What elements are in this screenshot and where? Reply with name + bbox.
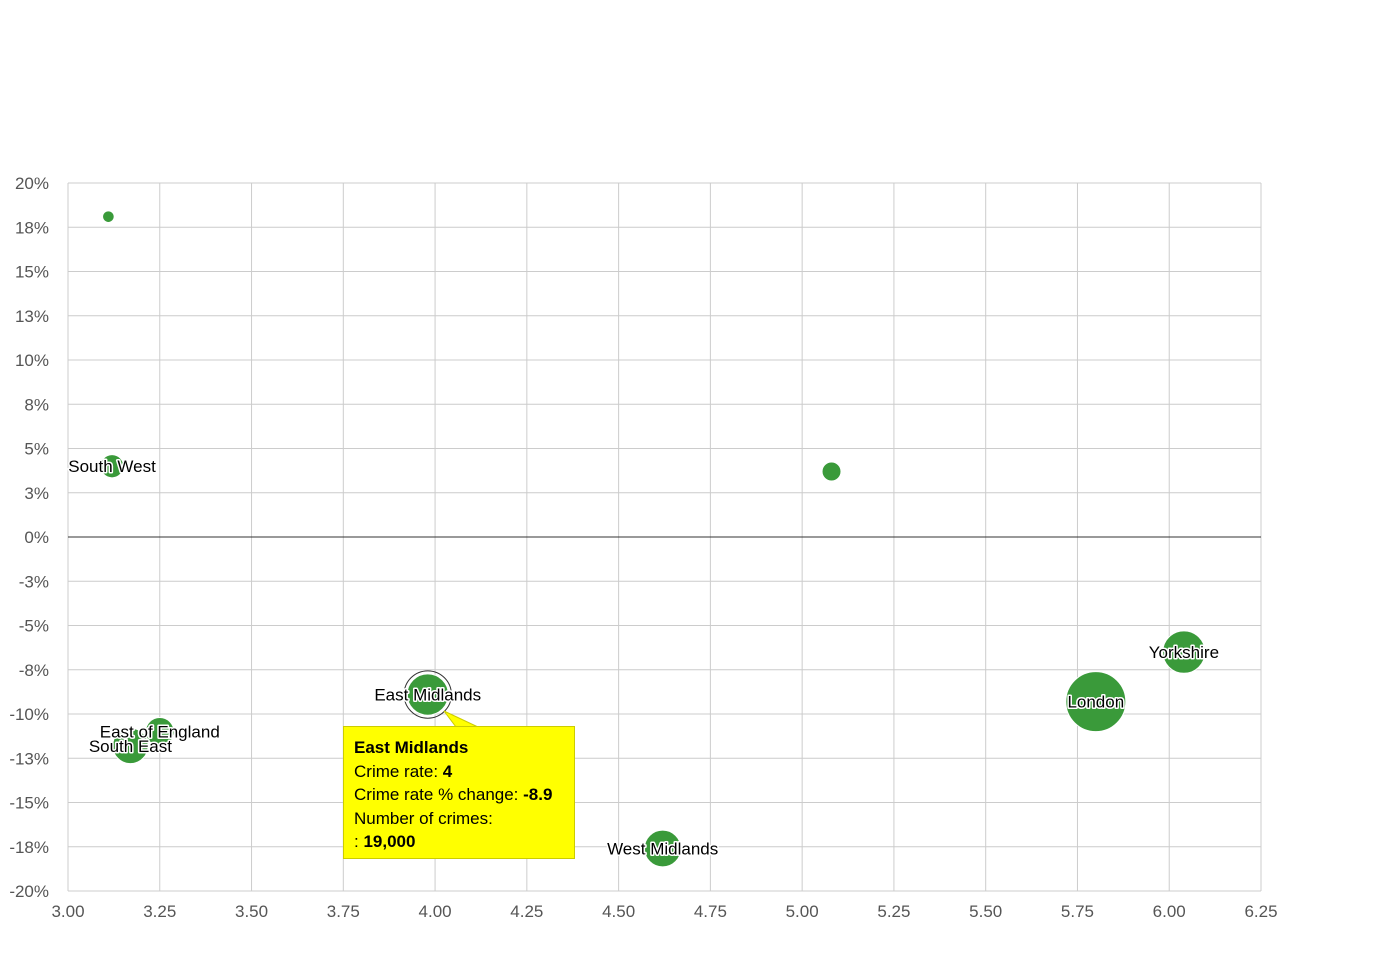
tooltip-change-row: Crime rate % change: -8.9 [354,783,564,807]
bubble-labels: South WestEast of EnglandSouth EastEast … [67,456,1221,860]
y-tick-label: -15% [9,794,49,813]
tooltip: East Midlands Crime rate: 4 Crime rate %… [343,726,575,859]
x-tick-label: 3.50 [235,902,268,921]
bubble-label: West Midlands [607,840,718,859]
y-axis-ticks: 20% 18% 15% 13% 10% 8% 5% 3% 0% -3% -5% -8% -10% -13%… [9,174,49,901]
tooltip-rate-row: Crime rate: 4 [354,760,564,784]
tooltip-change-label: Crime rate % change: [354,785,524,804]
tooltip-count-value: 19,000 [363,832,416,851]
grid-lines [67,182,1262,892]
y-tick-label: -10% [9,705,49,724]
y-tick-label: -3% [19,572,49,591]
x-tick-label: 6.25 [1244,902,1277,921]
bubble [821,461,842,482]
y-tick-label: 13% [15,307,49,326]
x-tick-label: 4.75 [694,902,727,921]
tooltip-count-row: : 19,000 [354,830,564,854]
bubble-chart: 3.00 3.25 3.50 3.75 4.00 4.25 4.50 4.75 5.00 5.25… [9,174,1277,921]
x-tick-label: 5.25 [877,902,910,921]
tooltip-rate-label: Crime rate: [354,761,443,781]
x-tick-label: 5.75 [1061,902,1094,921]
x-tick-label: 5.50 [969,902,1002,921]
y-tick-label: -13% [9,749,49,768]
y-tick-label: 18% [15,218,49,237]
x-tick-label: 4.50 [602,902,635,921]
x-axis-ticks: 3.00 3.25 3.50 3.75 4.00 4.25 4.50 4.75 5.00 5.25… [51,902,1277,921]
bubble-label: London [1067,693,1124,712]
bubble [102,210,115,223]
x-tick-label: 3.00 [51,902,84,921]
y-tick-label: 5% [24,440,49,459]
bubble-label: Yorkshire [1149,643,1219,662]
tooltip-rate-value: 4 [442,761,453,781]
bubbles [99,210,1206,868]
tooltip-change-value: -8.9 [523,785,553,804]
x-tick-label: 3.75 [327,902,360,921]
x-tick-label: 4.25 [510,902,543,921]
y-tick-label: -18% [9,838,49,857]
x-tick-label: 3.25 [143,902,176,921]
y-tick-label: -20% [9,882,49,901]
x-tick-label: 6.00 [1153,902,1186,921]
y-tick-label: 15% [15,263,49,282]
bubble-label: South West [68,457,156,476]
y-tick-label: 8% [24,395,49,414]
y-tick-label: 20% [15,174,49,193]
y-tick-label: 0% [24,528,49,547]
y-tick-label: 10% [15,351,49,370]
x-tick-label: 5.00 [786,902,819,921]
bubble-label: East Midlands [374,686,481,705]
tooltip-count-label: Number of crimes: [354,808,493,828]
y-tick-label: -8% [19,661,49,680]
tooltip-title: East Midlands [354,738,469,757]
x-tick-label: 4.00 [419,902,452,921]
bubble-label: South East [89,737,172,756]
y-tick-label: 3% [24,484,49,503]
y-tick-label: -5% [19,617,49,636]
